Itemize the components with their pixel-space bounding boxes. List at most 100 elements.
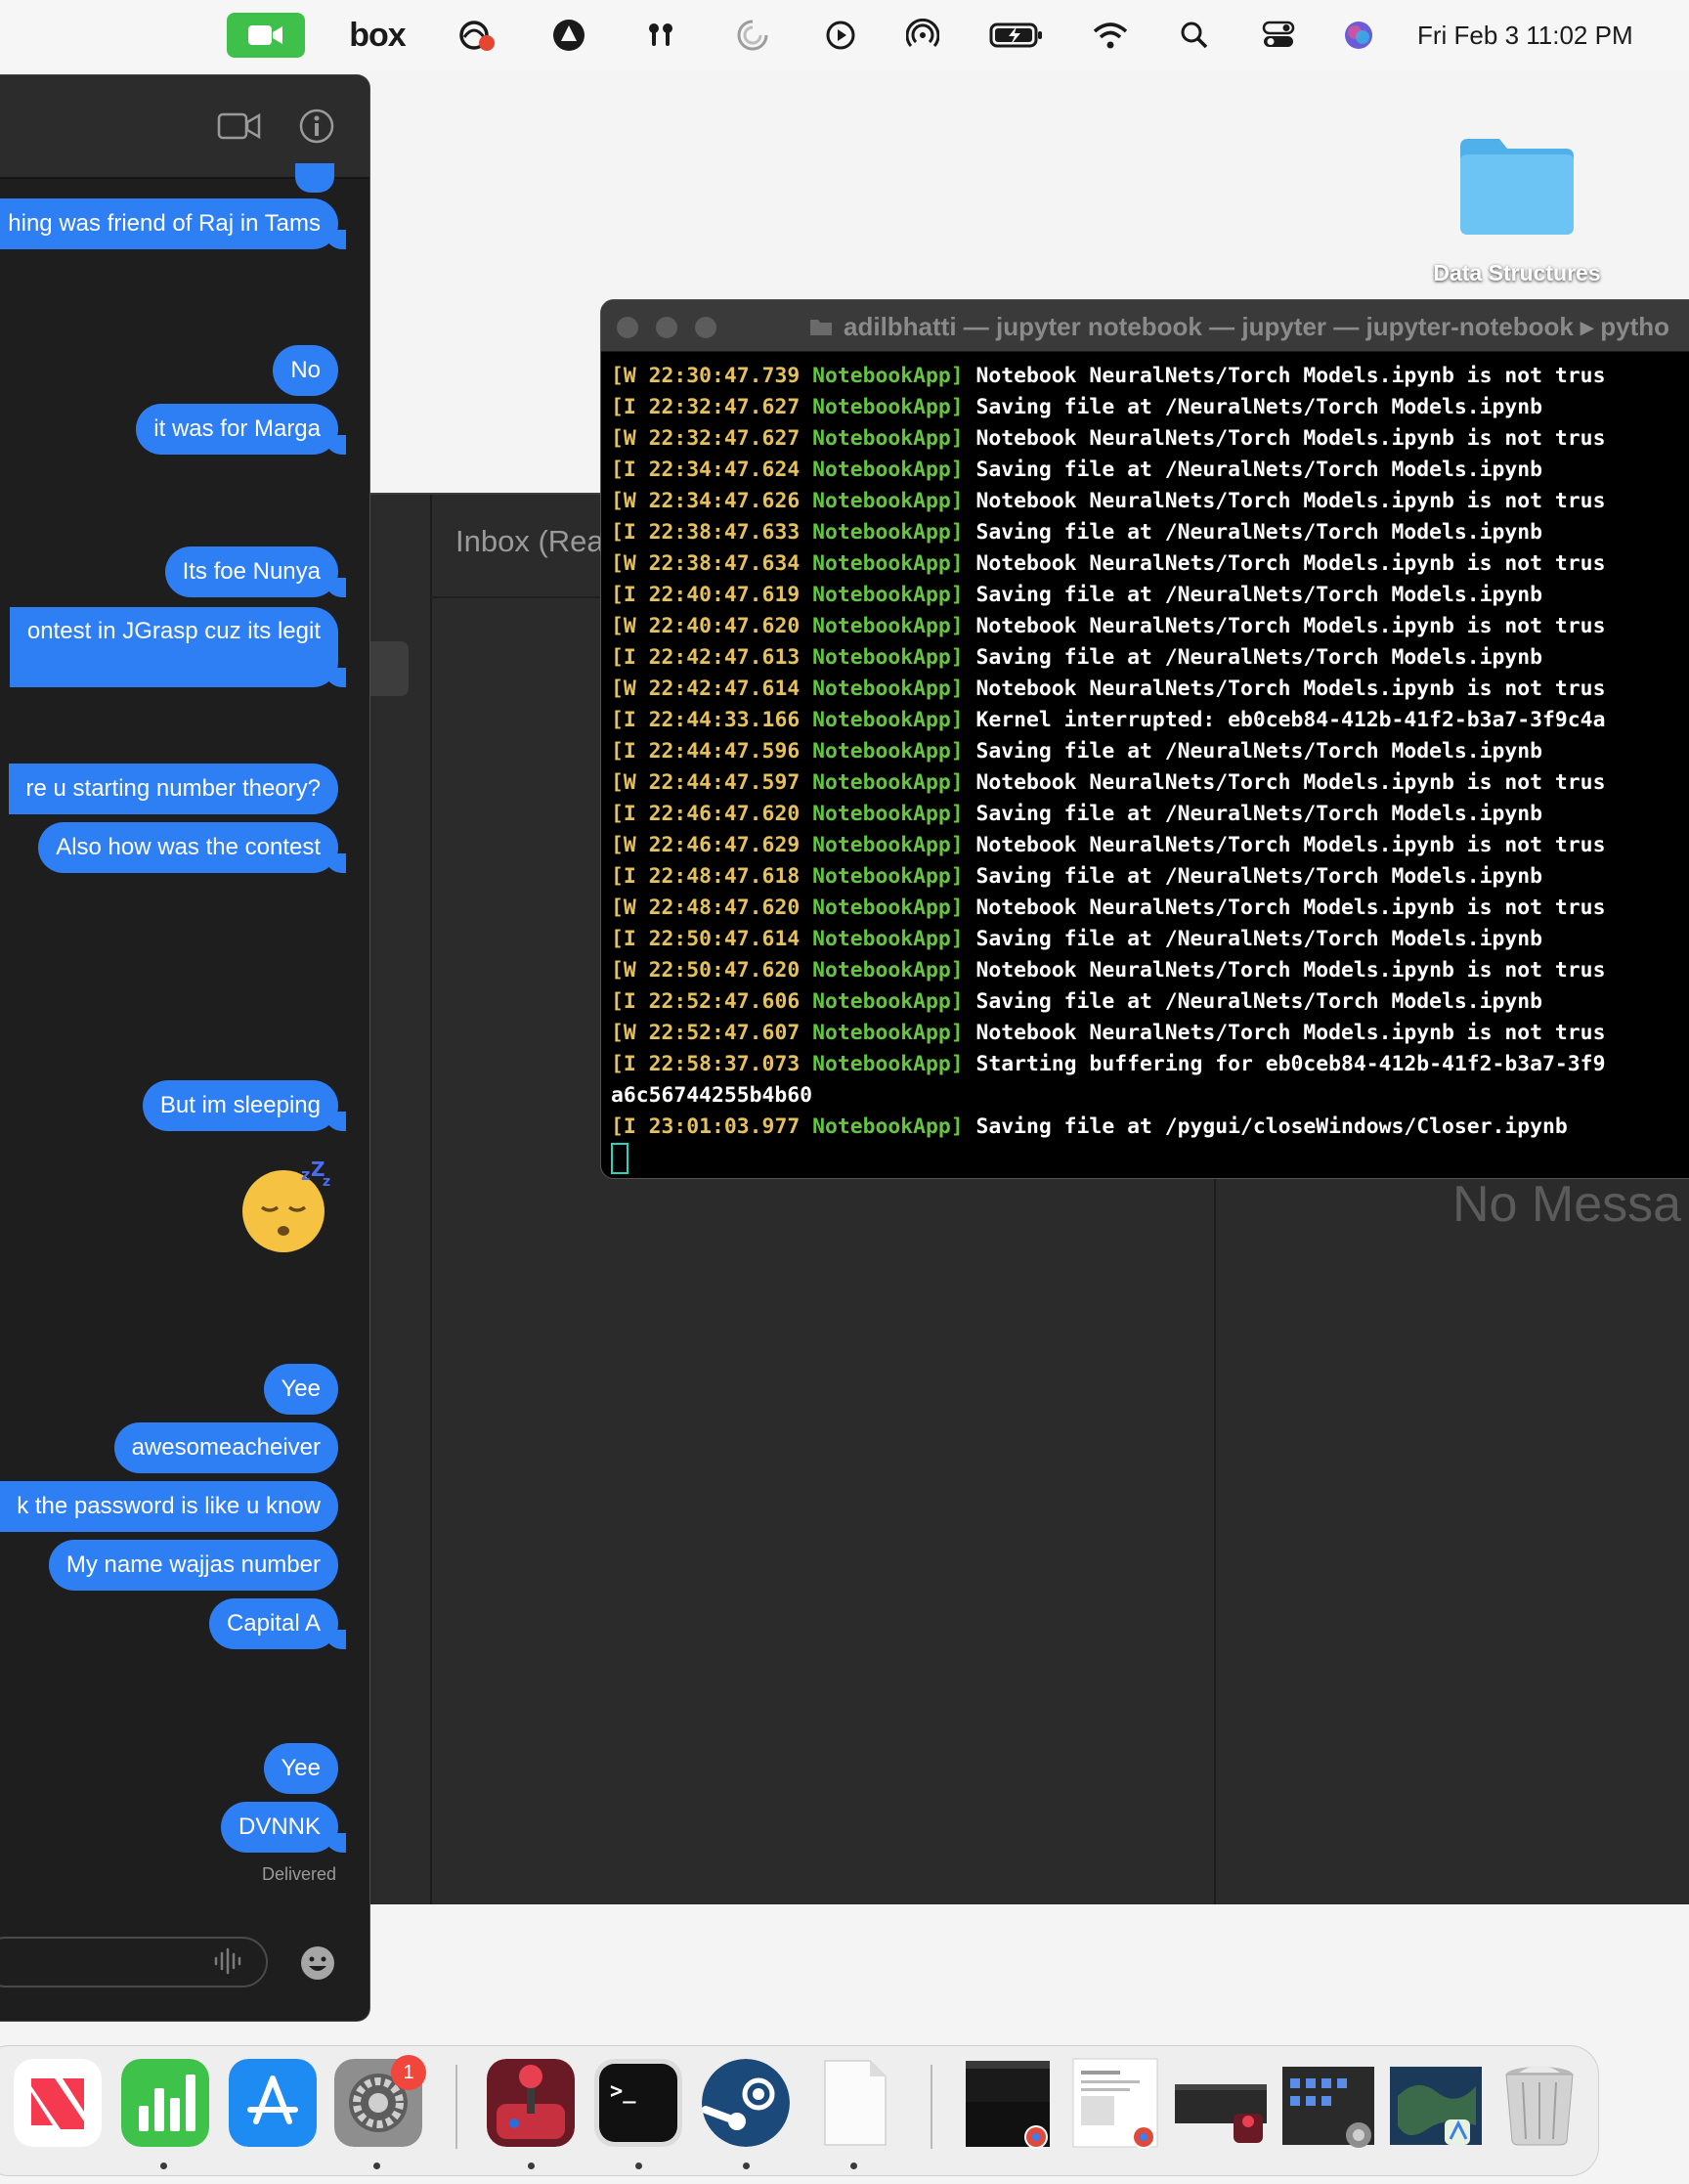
log-line: [I 22:58:37.073 NotebookApp] Starting bu… — [611, 1049, 1689, 1080]
log-timestamp: 22:46:47.620 — [648, 802, 801, 826]
log-source: NotebookApp] — [812, 739, 964, 764]
message-bubble[interactable]: Its foe Nunya — [164, 546, 347, 597]
log-level: [W — [611, 958, 636, 983]
log-line: [W 22:46:47.629 NotebookApp] Notebook Ne… — [611, 830, 1689, 861]
log-timestamp: 22:34:47.624 — [648, 458, 801, 482]
menu-clock[interactable]: Fri Feb 3 11:02 PM — [1417, 14, 1671, 57]
close-button[interactable] — [617, 317, 638, 338]
steam-icon[interactable] — [702, 2059, 790, 2147]
running-indicator — [635, 2162, 642, 2169]
message-bubble[interactable]: Also how was the contest — [38, 822, 346, 873]
message-bubble[interactable]: DVNNK — [220, 1802, 347, 1853]
log-source: NotebookApp] — [812, 458, 964, 482]
log-message: Notebook NeuralNets/Torch Models.ipynb i… — [975, 426, 1606, 451]
message-bubble-partial[interactable] — [295, 163, 334, 193]
siri-icon[interactable] — [1337, 14, 1380, 57]
play-icon[interactable] — [819, 14, 862, 57]
facetime-video-icon[interactable] — [217, 110, 262, 142]
trash-icon[interactable] — [1495, 2059, 1583, 2147]
zoom-button[interactable] — [695, 317, 716, 338]
message-bubble[interactable]: it was for Marga — [136, 404, 346, 455]
log-timestamp: 22:52:47.606 — [648, 989, 801, 1014]
control-center-icon[interactable] — [1257, 14, 1300, 57]
log-timestamp: 22:34:47.626 — [648, 489, 801, 513]
log-message: Notebook NeuralNets/Torch Models.ipynb i… — [975, 489, 1606, 513]
wifi-icon[interactable] — [1089, 14, 1132, 57]
log-level: [W — [611, 551, 636, 576]
message-bubble[interactable]: Yee — [263, 1743, 338, 1794]
app-window-thumbnail[interactable] — [1173, 2057, 1269, 2151]
log-message: Notebook NeuralNets/Torch Models.ipynb i… — [975, 895, 1606, 920]
log-timestamp: 22:38:47.634 — [648, 551, 801, 576]
log-line: [I 22:44:47.596 NotebookApp] Saving file… — [611, 736, 1689, 767]
message-bubble[interactable]: ontest in JGrasp cuz its legit — [9, 607, 347, 687]
numbers-icon[interactable] — [121, 2059, 209, 2147]
svg-text:z: z — [323, 1174, 330, 1190]
emoji-picker-icon[interactable] — [299, 1944, 336, 1982]
log-line: [W 22:52:47.607 NotebookApp] Notebook Ne… — [611, 1018, 1689, 1049]
log-level: [I — [611, 1114, 636, 1139]
joystick-app-icon[interactable] — [487, 2059, 575, 2147]
message-bubble[interactable]: awesomeacheiver — [113, 1422, 338, 1473]
mailbox-title[interactable]: Inbox (Rea — [455, 524, 604, 559]
app-store-icon[interactable] — [229, 2059, 317, 2147]
message-bubble[interactable]: But im sleeping — [142, 1080, 347, 1131]
message-bubble[interactable]: My name wajjas number — [48, 1540, 338, 1591]
cloud-sync-icon[interactable] — [455, 14, 498, 57]
message-bubble[interactable]: No — [273, 345, 338, 396]
sleeping-emoji[interactable]: z Z z — [240, 1158, 334, 1254]
folder-icon[interactable] — [1456, 129, 1578, 239]
log-source: NotebookApp] — [812, 583, 964, 607]
folder-small-icon — [808, 316, 834, 337]
terminal-titlebar[interactable]: adilbhatti — jupyter notebook — jupyter … — [601, 300, 1689, 352]
maps-window-thumbnail[interactable] — [1388, 2057, 1484, 2151]
log-message: Saving file at /NeuralNets/Torch Models.… — [975, 583, 1543, 607]
sketch-icon[interactable] — [547, 14, 590, 57]
log-timestamp: 22:44:47.597 — [648, 770, 801, 795]
log-level: [I — [611, 708, 636, 732]
terminal-icon[interactable]: >_ — [594, 2059, 682, 2147]
log-source: NotebookApp] — [812, 802, 964, 826]
terminal-window: adilbhatti — jupyter notebook — jupyter … — [600, 299, 1689, 1179]
audio-waveform-icon[interactable] — [213, 1947, 244, 1975]
message-bubble[interactable]: Capital A — [208, 1598, 347, 1649]
message-bubble[interactable]: k the password is like u know — [0, 1481, 338, 1532]
spinner-icon[interactable] — [731, 14, 774, 57]
document-icon[interactable] — [811, 2059, 899, 2147]
log-timestamp: 22:52:47.607 — [648, 1021, 801, 1045]
running-indicator — [160, 2162, 167, 2169]
search-icon[interactable] — [1173, 14, 1216, 57]
minimize-button[interactable] — [656, 317, 677, 338]
log-level: [I — [611, 395, 636, 419]
airpods-icon[interactable] — [639, 14, 682, 57]
log-source: NotebookApp] — [812, 614, 964, 638]
terminal-title: adilbhatti — jupyter notebook — jupyter … — [844, 312, 1670, 341]
info-icon[interactable] — [297, 107, 336, 146]
battery-charging-icon[interactable] — [987, 14, 1046, 57]
log-message: Notebook NeuralNets/Torch Models.ipynb i… — [975, 364, 1606, 388]
log-message: Notebook NeuralNets/Torch Models.ipynb i… — [975, 770, 1606, 795]
system-preferences-window-thumbnail[interactable] — [1280, 2057, 1376, 2151]
log-timestamp: 22:48:47.620 — [648, 895, 801, 920]
news-icon[interactable] — [14, 2059, 102, 2147]
message-bubble[interactable]: hing was friend of Raj in Tams — [0, 198, 346, 249]
log-message: Starting buffering for eb0ceb84-412b-41f… — [975, 1052, 1606, 1076]
message-bubble[interactable]: re u starting number theory? — [8, 764, 338, 814]
facetime-menu-icon[interactable] — [227, 13, 305, 58]
log-message: Saving file at /NeuralNets/Torch Models.… — [975, 645, 1543, 670]
log-source: NotebookApp] — [812, 395, 964, 419]
log-level: [I — [611, 645, 636, 670]
airdrop-icon[interactable] — [901, 14, 944, 57]
terminal-output[interactable]: [W 22:30:47.739 NotebookApp] Notebook Ne… — [611, 361, 1689, 1174]
running-indicator — [850, 2162, 857, 2169]
box-menu-icon[interactable]: box — [348, 14, 407, 57]
delivered-status: Delivered — [261, 1864, 336, 1884]
chrome-window-thumbnail[interactable] — [962, 2057, 1056, 2151]
svg-text:z: z — [301, 1165, 310, 1184]
chrome-window-thumbnail[interactable] — [1069, 2057, 1163, 2151]
log-source: NotebookApp] — [812, 958, 964, 983]
text-cursor — [611, 1143, 628, 1174]
message-bubble[interactable]: Yee — [263, 1364, 338, 1415]
log-source: NotebookApp] — [812, 770, 964, 795]
log-level: [W — [611, 614, 636, 638]
